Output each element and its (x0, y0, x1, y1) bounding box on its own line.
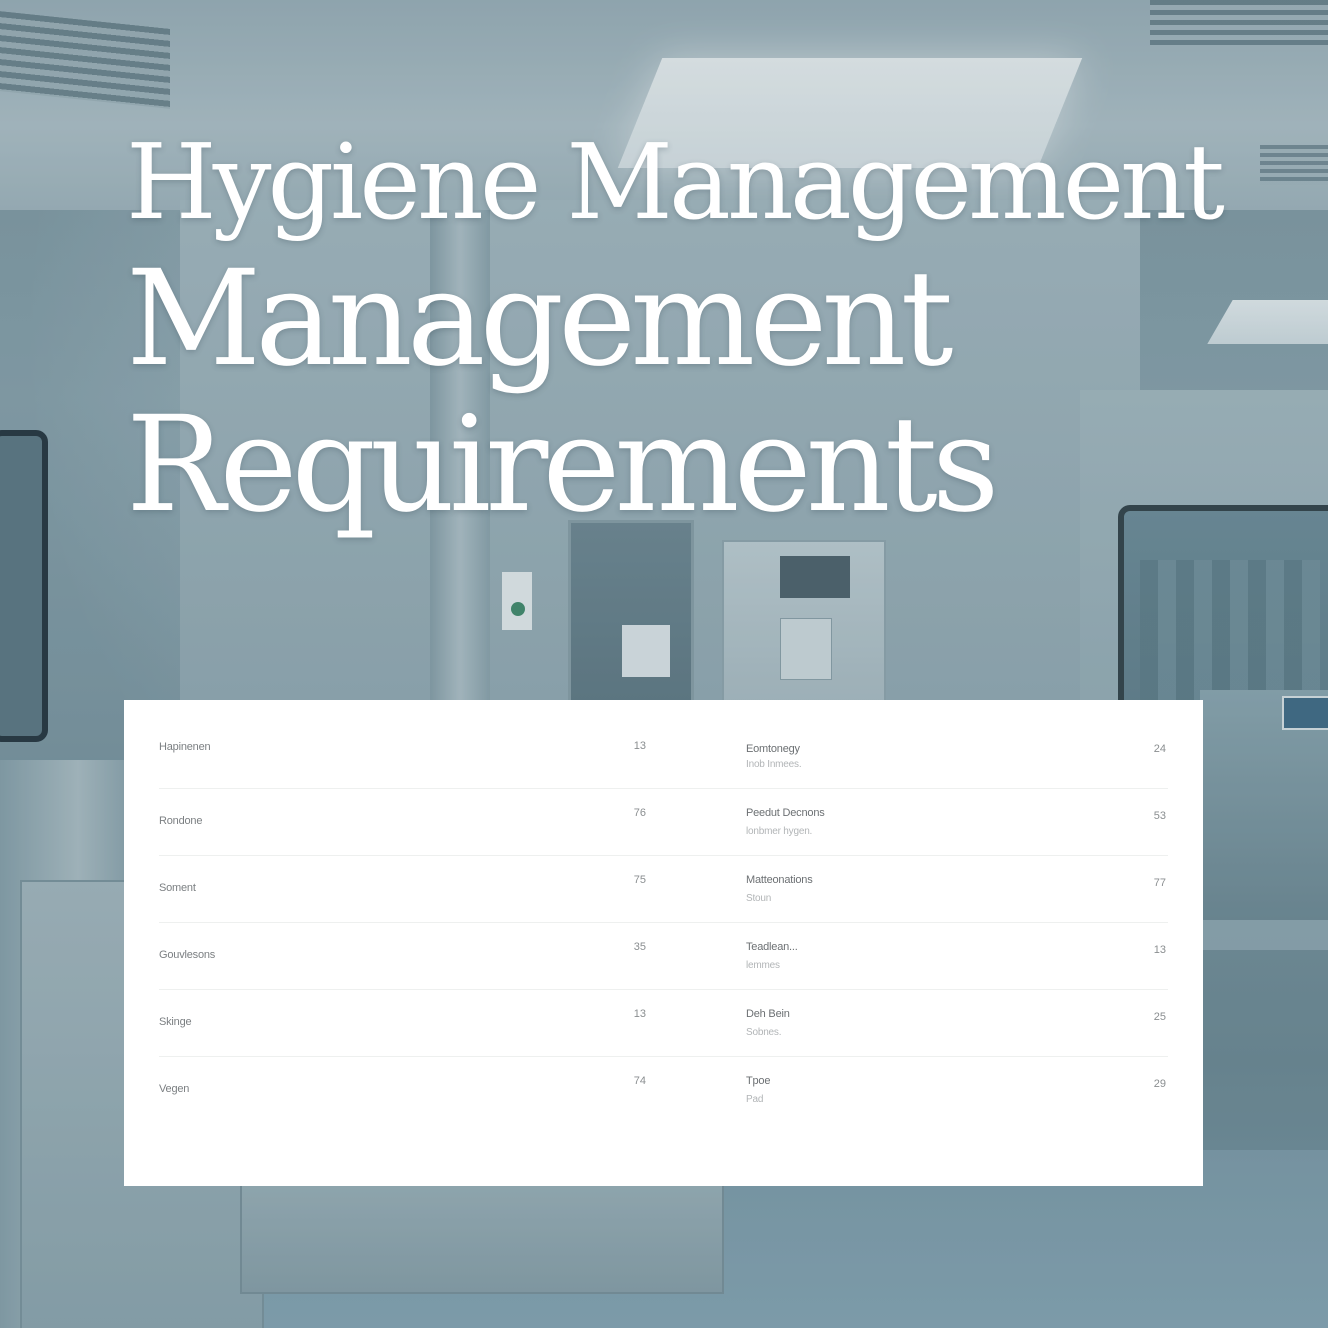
title-line-3: Requirements (126, 388, 1000, 542)
right-cell: Eomtonegy Inob Inmees. 24 (746, 722, 1166, 788)
item-value: 13 (633, 740, 646, 752)
item-label: Vegen (159, 1083, 190, 1095)
right-cell: Tpoe Pad 29 (746, 1057, 1166, 1124)
table-row: Gouvlesons 35 Teadlean... lemmes 13 (159, 923, 1168, 990)
table-row: Rondone 76 Peedut Decnons lonbmer hygen.… (159, 789, 1168, 856)
item-sublabel: lemmes (746, 960, 780, 971)
item-value: 53 (1153, 810, 1166, 822)
left-cell: Hapinenen 13 (159, 722, 646, 788)
left-cell: Gouvlesons 35 (159, 923, 646, 989)
table-row: Hapinenen 13 Eomtonegy Inob Inmees. 24 (159, 722, 1168, 789)
left-cell: Rondone 76 (159, 789, 646, 855)
right-cell: Teadlean... lemmes 13 (746, 923, 1166, 989)
table-row: Soment 75 Matteonations Stoun 77 (159, 856, 1168, 923)
item-label: Deh Bein (746, 1008, 790, 1020)
item-sublabel: lonbmer hygen. (746, 826, 813, 837)
item-value: 25 (1153, 1011, 1166, 1023)
item-label: Matteonations (746, 874, 813, 886)
right-cell: Peedut Decnons lonbmer hygen. 53 (746, 789, 1166, 855)
table-row: Vegen 74 Tpoe Pad 29 (159, 1057, 1168, 1124)
item-sublabel: Inob Inmees. (746, 759, 802, 770)
item-label: Eomtonegy (746, 743, 800, 755)
table-row: Skinge 13 Deh Bein Sobnes. 25 (159, 990, 1168, 1057)
page-title: Hygiene Management Management Requiremen… (126, 118, 1225, 542)
item-label: Tpoe (746, 1075, 771, 1087)
requirements-table: Hapinenen 13 Eomtonegy Inob Inmees. 24 R… (124, 700, 1203, 1186)
item-value: 35 (633, 941, 646, 953)
item-value: 77 (1153, 877, 1166, 889)
item-label: Soment (159, 882, 196, 894)
title-line-2: Management (126, 242, 954, 396)
item-value: 13 (633, 1008, 646, 1020)
item-sublabel: Pad (746, 1094, 764, 1105)
left-cell: Vegen 74 (159, 1057, 646, 1124)
item-label: Teadlean... (746, 941, 798, 953)
left-cell: Soment 75 (159, 856, 646, 922)
right-cell: Matteonations Stoun 77 (746, 856, 1166, 922)
left-cell: Skinge 13 (159, 990, 646, 1056)
background-scene: Hygiene Management Management Requiremen… (0, 0, 1328, 1328)
table-grid: Hapinenen 13 Eomtonegy Inob Inmees. 24 R… (159, 722, 1168, 1124)
item-value: 29 (1153, 1078, 1166, 1090)
item-sublabel: Stoun (746, 893, 772, 904)
item-value: 74 (633, 1075, 646, 1087)
item-sublabel: Sobnes. (746, 1027, 782, 1038)
item-label: Rondone (159, 815, 203, 827)
item-label: Skinge (159, 1016, 192, 1028)
item-label: Peedut Decnons (746, 807, 825, 819)
item-label: Hapinenen (159, 741, 211, 753)
item-value: 75 (633, 874, 646, 886)
item-value: 76 (633, 807, 646, 819)
title-line-1: Hygiene Management (126, 121, 1225, 243)
item-value: 24 (1153, 743, 1166, 755)
item-label: Gouvlesons (159, 949, 216, 961)
item-value: 13 (1153, 944, 1166, 956)
right-cell: Deh Bein Sobnes. 25 (746, 990, 1166, 1056)
